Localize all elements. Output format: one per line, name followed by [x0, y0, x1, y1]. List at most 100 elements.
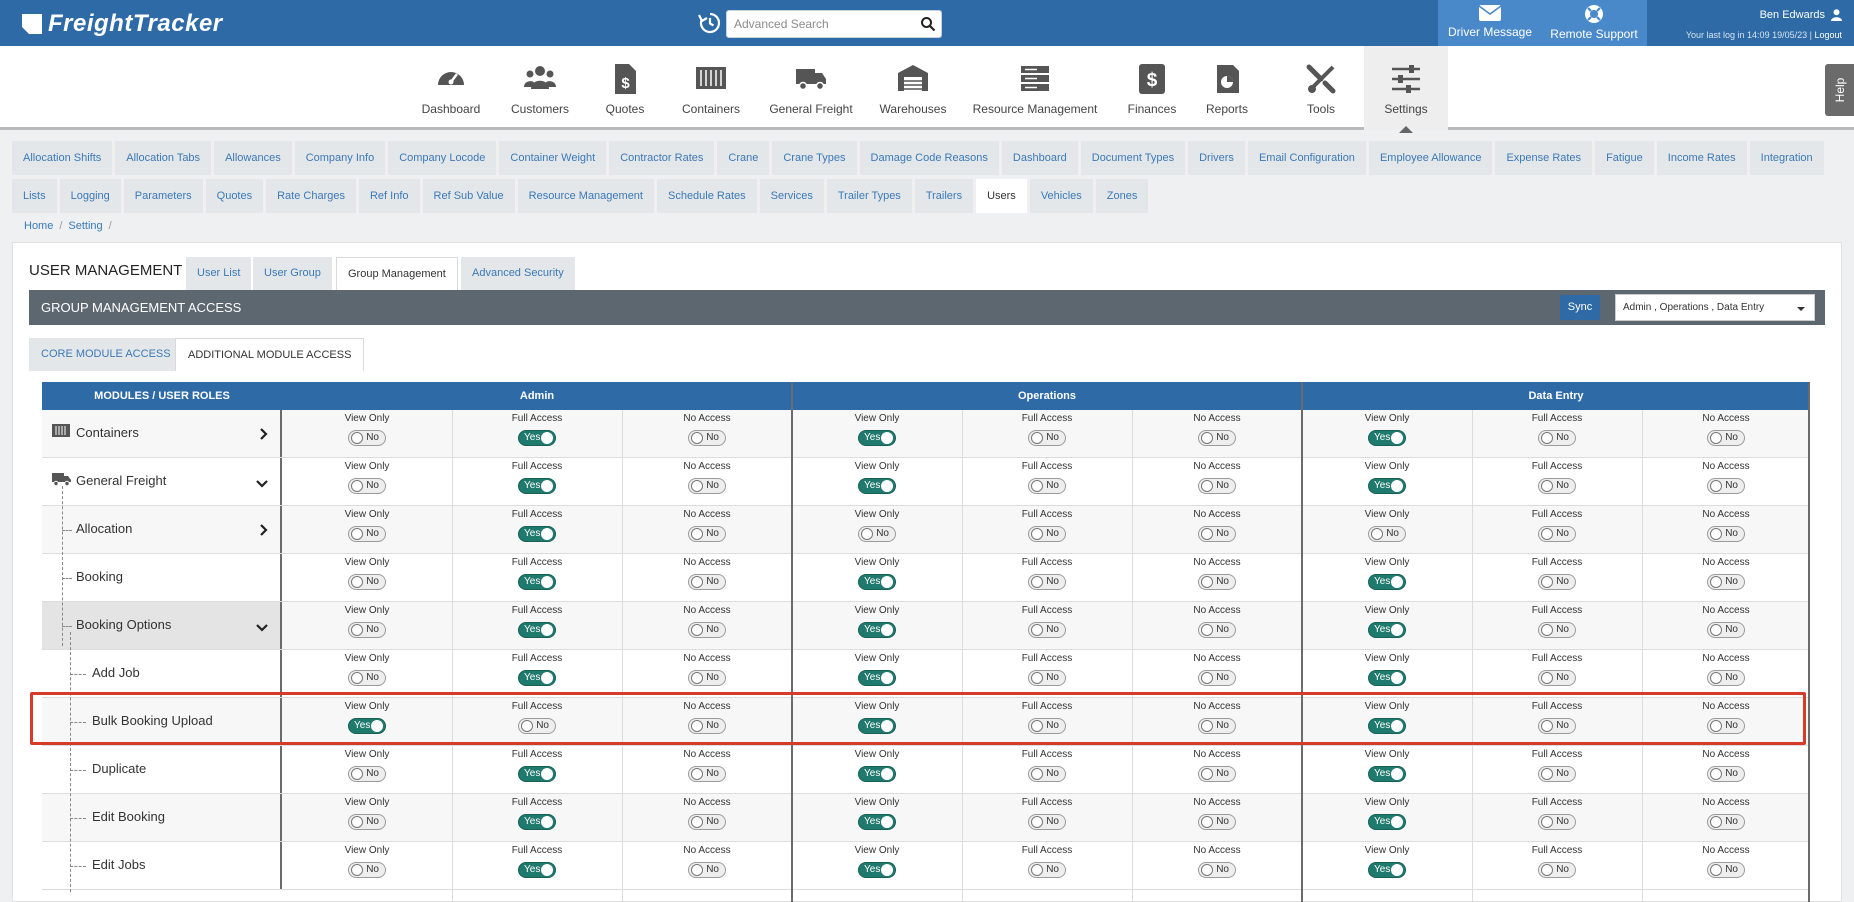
permission-toggle[interactable]: Yes	[518, 622, 556, 638]
tab-user-group[interactable]: User Group	[253, 257, 332, 290]
permission-toggle[interactable]: Yes	[518, 670, 556, 686]
permission-toggle[interactable]: No	[688, 622, 726, 638]
permission-toggle[interactable]: Yes	[1368, 478, 1406, 494]
permission-toggle[interactable]: Yes	[858, 814, 896, 830]
permission-toggle[interactable]: No	[1028, 478, 1066, 494]
settings-tab-company-info[interactable]: Company Info	[294, 141, 386, 175]
permission-toggle[interactable]: No	[1707, 766, 1745, 782]
permission-toggle[interactable]: No	[1707, 526, 1745, 542]
settings-tab-trailers[interactable]: Trailers	[914, 179, 974, 213]
permission-toggle[interactable]: No	[348, 670, 386, 686]
user-menu[interactable]: Ben Edwards	[1760, 9, 1842, 21]
permission-toggle[interactable]: Yes	[1368, 574, 1406, 590]
settings-tab-crane[interactable]: Crane	[717, 141, 770, 175]
permission-toggle[interactable]: Yes	[858, 622, 896, 638]
permission-toggle[interactable]: No	[1538, 478, 1576, 494]
remote-support-button[interactable]: Remote Support	[1542, 4, 1646, 44]
permission-toggle[interactable]: No	[1538, 526, 1576, 542]
breadcrumb-setting[interactable]: Setting	[68, 220, 102, 232]
expand-toggle[interactable]	[256, 619, 268, 637]
settings-tab-integration[interactable]: Integration	[1749, 141, 1824, 175]
settings-tab-ref-sub-value[interactable]: Ref Sub Value	[422, 179, 515, 213]
settings-tab-allocation-tabs[interactable]: Allocation Tabs	[115, 141, 212, 175]
settings-tab-schedule-rates[interactable]: Schedule Rates	[656, 179, 757, 213]
logout-link[interactable]: Logout	[1814, 30, 1842, 40]
module-cell[interactable]: Add Job	[42, 650, 282, 697]
permission-toggle[interactable]: No	[348, 478, 386, 494]
permission-toggle[interactable]: No	[1198, 430, 1236, 446]
chevron-right-icon[interactable]	[260, 428, 268, 440]
permission-toggle[interactable]: Yes	[1368, 862, 1406, 878]
permission-toggle[interactable]: Yes	[858, 478, 896, 494]
settings-tab-ref-info[interactable]: Ref Info	[358, 179, 420, 213]
permission-toggle[interactable]: No	[1028, 430, 1066, 446]
search-icon[interactable]	[920, 16, 936, 32]
permission-toggle[interactable]: No	[1198, 862, 1236, 878]
permission-toggle[interactable]: No	[1198, 574, 1236, 590]
settings-tab-email-configuration[interactable]: Email Configuration	[1247, 141, 1366, 175]
permission-toggle[interactable]: No	[1707, 670, 1745, 686]
permission-toggle[interactable]: No	[688, 430, 726, 446]
permission-toggle[interactable]: No	[1198, 526, 1236, 542]
settings-tab-container-weight[interactable]: Container Weight	[499, 141, 607, 175]
permission-toggle[interactable]: Yes	[518, 766, 556, 782]
permission-toggle[interactable]: No	[1028, 766, 1066, 782]
settings-tab-crane-types[interactable]: Crane Types	[772, 141, 857, 175]
nav-item-tools[interactable]: Tools	[1283, 46, 1359, 130]
permission-toggle[interactable]: No	[688, 814, 726, 830]
permission-toggle[interactable]: Yes	[1368, 670, 1406, 686]
tab-group-management[interactable]: Group Management	[336, 257, 458, 290]
permission-toggle[interactable]: Yes	[518, 814, 556, 830]
settings-tab-lists[interactable]: Lists	[12, 179, 57, 213]
permission-toggle[interactable]: No	[1538, 670, 1576, 686]
settings-tab-fatigue[interactable]: Fatigue	[1595, 141, 1654, 175]
expand-toggle[interactable]	[260, 427, 268, 445]
nav-item-reports[interactable]: Reports	[1197, 46, 1257, 130]
breadcrumb-home[interactable]: Home	[24, 220, 53, 232]
permission-toggle[interactable]: No	[688, 862, 726, 878]
module-cell[interactable]: Duplicate	[42, 746, 282, 793]
permission-toggle[interactable]: Yes	[518, 862, 556, 878]
settings-tab-allocation-shifts[interactable]: Allocation Shifts	[12, 141, 113, 175]
permission-toggle[interactable]: No	[348, 526, 386, 542]
permission-toggle[interactable]: Yes	[1368, 622, 1406, 638]
permission-toggle[interactable]: No	[1028, 814, 1066, 830]
module-cell[interactable]: Edit Booking	[42, 794, 282, 841]
permission-toggle[interactable]: No	[348, 814, 386, 830]
permission-toggle[interactable]: No	[348, 430, 386, 446]
permission-toggle[interactable]: No	[688, 526, 726, 542]
permission-toggle[interactable]: No	[1028, 622, 1066, 638]
settings-tab-services[interactable]: Services	[759, 179, 824, 213]
settings-tab-quotes[interactable]: Quotes	[205, 179, 264, 213]
permission-toggle[interactable]: Yes	[858, 430, 896, 446]
nav-item-warehouses[interactable]: Warehouses	[873, 46, 953, 130]
permission-toggle[interactable]: No	[1538, 862, 1576, 878]
permission-toggle[interactable]: Yes	[518, 526, 556, 542]
permission-toggle[interactable]: No	[858, 526, 896, 542]
expand-toggle[interactable]	[256, 475, 268, 493]
module-cell[interactable]: Allocation	[42, 506, 282, 553]
permission-toggle[interactable]: No	[1028, 670, 1066, 686]
settings-tab-logging[interactable]: Logging	[59, 179, 121, 213]
permission-toggle[interactable]: Yes	[518, 430, 556, 446]
expand-toggle[interactable]	[260, 523, 268, 541]
permission-toggle[interactable]: Yes	[518, 478, 556, 494]
settings-tab-contractor-rates[interactable]: Contractor Rates	[609, 141, 715, 175]
permission-toggle[interactable]: No	[1198, 478, 1236, 494]
settings-tab-trailer-types[interactable]: Trailer Types	[826, 179, 912, 213]
settings-tab-rate-charges[interactable]: Rate Charges	[266, 179, 356, 213]
settings-tab-allowances[interactable]: Allowances	[214, 141, 292, 175]
history-icon[interactable]	[697, 11, 721, 35]
module-cell[interactable]: Booking	[42, 554, 282, 601]
nav-item-finances[interactable]: $ Finances	[1118, 46, 1186, 130]
permission-toggle[interactable]: No	[348, 766, 386, 782]
permission-toggle[interactable]: No	[688, 574, 726, 590]
permission-toggle[interactable]: Yes	[1368, 766, 1406, 782]
settings-tab-vehicles[interactable]: Vehicles	[1029, 179, 1093, 213]
permission-toggle[interactable]: No	[1538, 430, 1576, 446]
sync-button[interactable]: Sync	[1560, 295, 1600, 320]
chevron-right-icon[interactable]	[260, 524, 268, 536]
settings-tab-income-rates[interactable]: Income Rates	[1656, 141, 1747, 175]
permission-toggle[interactable]: No	[688, 670, 726, 686]
settings-tab-users[interactable]: Users	[976, 179, 1027, 213]
